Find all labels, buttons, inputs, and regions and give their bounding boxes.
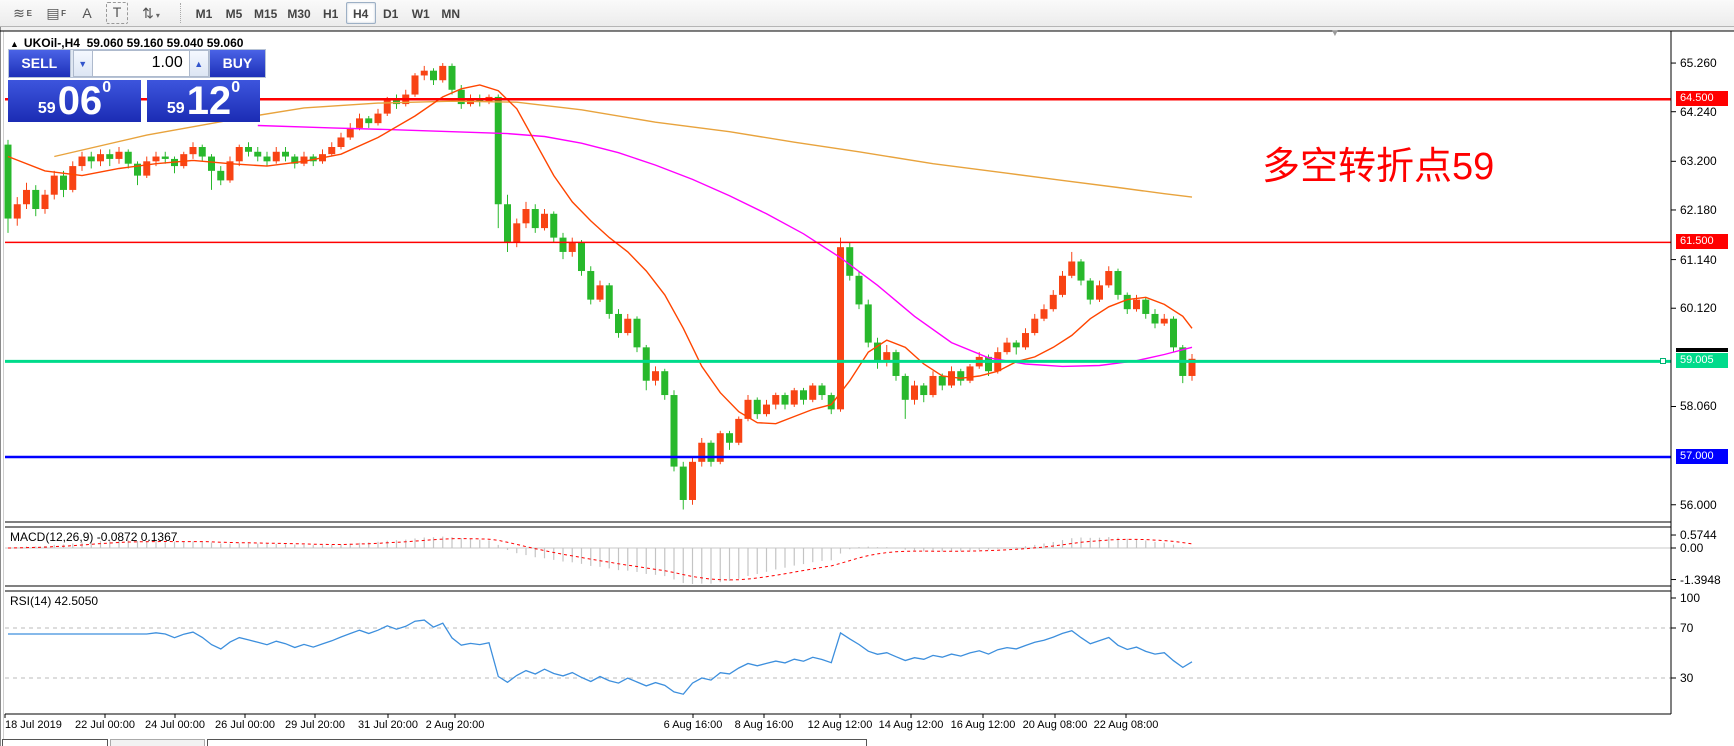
sell-price-big: 06 (58, 83, 103, 119)
volume-decrease-button[interactable]: ▼ (73, 50, 93, 77)
sell-button[interactable]: SELL (9, 50, 71, 77)
timeframe-m1[interactable]: M1 (189, 2, 219, 24)
scroll-indicator-icon[interactable]: ▼ (1330, 28, 1340, 39)
trade-panel-prices: 59060 59120 (8, 80, 266, 122)
price-axis-label: 64.240 (1680, 105, 1717, 119)
buy-price-big: 12 (187, 83, 232, 119)
text-box-icon[interactable]: T (106, 2, 128, 24)
last-price-marker (1676, 348, 1728, 352)
rsi-label: RSI(14) 42.5050 (10, 594, 98, 608)
time-axis-label: 22 Aug 08:00 (1094, 719, 1159, 731)
time-axis-label: 24 Jul 00:00 (145, 719, 205, 731)
window-frame-line (3, 31, 4, 746)
time-axis-label: 22 Jul 00:00 (75, 719, 135, 731)
price-axis-label: 60.120 (1680, 301, 1717, 315)
macd-axis-label: 0.00 (1680, 541, 1703, 555)
rsi-axis-label: 30 (1680, 671, 1693, 685)
time-axis-label: 31 Jul 20:00 (358, 719, 418, 731)
price-axis-label: 56.000 (1680, 498, 1717, 512)
chart-window[interactable] (0, 31, 1734, 746)
timeframe-h4[interactable]: H4 (346, 2, 376, 24)
window-tab[interactable] (2, 739, 108, 746)
buy-price-sup: 0 (231, 71, 240, 105)
timeframe-h1[interactable]: H1 (316, 2, 346, 24)
timeframe-m30[interactable]: M30 (282, 2, 315, 24)
chevron-down-icon: ▾ (156, 11, 160, 20)
ohlc-values: 59.060 59.160 59.040 59.060 (87, 36, 244, 50)
price-badge-59.005: 59.005 (1676, 353, 1728, 368)
terminal-window: ≋E ▤F A T ⇅▾ M1 M5 M15 M30 H1 H4 D1 W1 M… (0, 0, 1734, 746)
timeframe-m15[interactable]: M15 (249, 2, 282, 24)
sell-price-sup: 0 (102, 71, 111, 105)
timeframe-m5[interactable]: M5 (219, 2, 249, 24)
one-click-trading-panel: SELL ▼ 1.00 ▲ BUY 59060 59120 (8, 49, 266, 122)
toolbar-separator (180, 3, 181, 23)
indicators-icon[interactable]: ≋E (4, 2, 34, 24)
collapse-arrow-icon[interactable]: ▲ (10, 39, 19, 49)
window-tab[interactable] (207, 739, 867, 746)
text-label-icon[interactable]: A (72, 2, 102, 24)
timeframe-w1[interactable]: W1 (406, 2, 436, 24)
time-axis-label: 8 Aug 16:00 (735, 719, 794, 731)
window-tab-active[interactable] (110, 739, 205, 746)
time-axis-label: 26 Jul 00:00 (215, 719, 275, 731)
macd-label: MACD(12,26,9) -0.0872 0.1367 (10, 530, 177, 544)
time-axis-label: 6 Aug 16:00 (664, 719, 723, 731)
buy-price-prefix: 59 (167, 99, 185, 119)
time-axis-label: 29 Jul 20:00 (285, 719, 345, 731)
price-badge-61.500: 61.500 (1676, 234, 1728, 249)
time-axis-label: 14 Aug 12:00 (879, 719, 944, 731)
volume-increase-button[interactable]: ▲ (189, 50, 209, 77)
time-axis-label: 16 Aug 12:00 (951, 719, 1016, 731)
time-axis-label: 12 Aug 12:00 (808, 719, 873, 731)
time-axis-label: 18 Jul 2019 (5, 719, 62, 731)
symbol-title: UKOil-,H4 (24, 36, 80, 50)
chart-text-annotation[interactable]: 多空转折点59 (1262, 146, 1494, 188)
sell-price-prefix: 59 (38, 99, 56, 119)
window-frame-line (0, 27, 1, 746)
toolbar: ≋E ▤F A T ⇅▾ M1 M5 M15 M30 H1 H4 D1 W1 M… (0, 0, 1734, 27)
hline-drag-handle[interactable] (1660, 358, 1666, 364)
macd-axis-label: -1.3948 (1680, 573, 1721, 587)
price-axis-label: 61.140 (1680, 253, 1717, 267)
trade-panel-controls: SELL ▼ 1.00 ▲ BUY (8, 49, 266, 78)
price-axis-label: 58.060 (1680, 399, 1717, 413)
timeframe-mn[interactable]: MN (436, 2, 466, 24)
buy-price-tile[interactable]: 59120 (147, 80, 260, 122)
price-badge-57.000: 57.000 (1676, 449, 1728, 464)
chart-title: ▲ UKOil-,H4 59.060 59.160 59.040 59.060 (10, 36, 243, 50)
price-axis-label: 63.200 (1680, 154, 1717, 168)
rsi-axis-label: 100 (1680, 591, 1700, 605)
sell-price-tile[interactable]: 59060 (8, 80, 141, 122)
timeframe-d1[interactable]: D1 (376, 2, 406, 24)
price-badge-64.500: 64.500 (1676, 91, 1728, 106)
time-axis-label: 2 Aug 20:00 (426, 719, 485, 731)
rsi-axis-label: 70 (1680, 621, 1693, 635)
time-axis-label: 20 Aug 08:00 (1023, 719, 1088, 731)
grid-icon[interactable]: ▤F (38, 2, 68, 24)
arrange-windows-icon[interactable]: ⇅▾ (132, 2, 170, 24)
macd-axis-label: 0.5744 (1680, 528, 1717, 542)
price-axis-label: 65.260 (1680, 56, 1717, 70)
price-axis-label: 62.180 (1680, 203, 1717, 217)
